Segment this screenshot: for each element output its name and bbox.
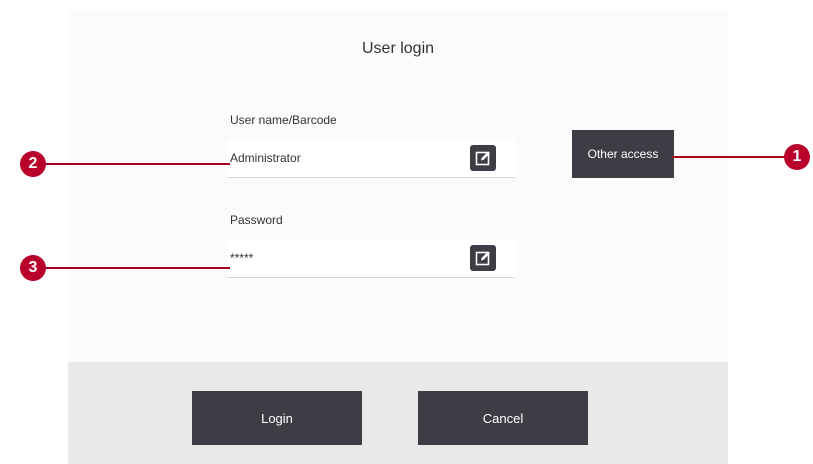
- callout-line-3: [40, 267, 230, 269]
- username-value: Administrator: [230, 151, 301, 165]
- callout-line-1: [672, 156, 796, 158]
- password-edit-button[interactable]: [470, 245, 496, 271]
- callout-badge-2: 2: [20, 151, 46, 177]
- callout-badge-1: 1: [784, 144, 810, 170]
- screen: User login User name/Barcode Administrat…: [0, 0, 813, 464]
- dialog-title: User login: [361, 40, 435, 57]
- password-label: Password: [230, 213, 283, 227]
- edit-icon: [475, 151, 490, 166]
- dialog-footer: Login Cancel: [68, 362, 728, 464]
- login-dialog: User login User name/Barcode Administrat…: [68, 10, 728, 464]
- other-access-button[interactable]: Other access: [572, 130, 674, 178]
- callout-line-2: [40, 163, 230, 165]
- username-label: User name/Barcode: [230, 113, 337, 127]
- username-edit-button[interactable]: [470, 145, 496, 171]
- callout-badge-3: 3: [20, 255, 46, 281]
- login-button[interactable]: Login: [192, 391, 362, 445]
- cancel-button[interactable]: Cancel: [418, 391, 588, 445]
- edit-icon: [475, 251, 490, 266]
- password-value: *****: [230, 251, 254, 265]
